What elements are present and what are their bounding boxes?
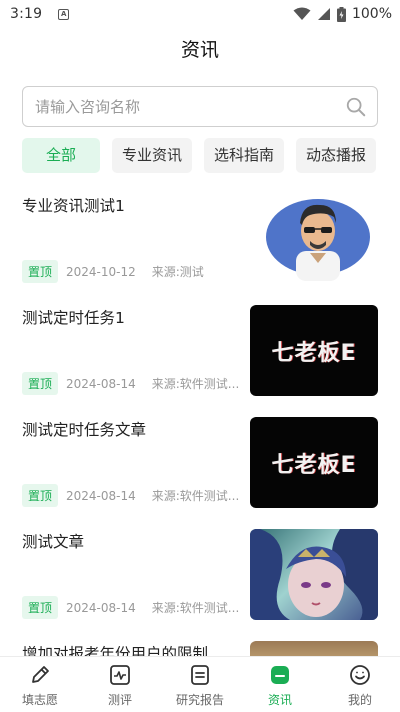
tab-professional-news[interactable]: 专业资讯 (112, 138, 193, 173)
article-thumbnail[interactable] (250, 193, 378, 284)
pinned-badge: 置顶 (22, 484, 59, 507)
article-meta: 置顶 2024-08-14 来源:软件测试... (22, 596, 239, 619)
nav-my[interactable]: 我的 (320, 657, 400, 712)
page-title: 资讯 (180, 39, 219, 61)
article-item[interactable]: 测试定时任务文章 置顶 2024-08-14 来源:软件测试... 七老板E (0, 406, 400, 518)
pinned-badge: 置顶 (22, 260, 59, 283)
article-source: 来源:测试 (151, 265, 204, 279)
thumbnail-text: 七老板E (271, 340, 357, 366)
article-title: 测试文章 (22, 533, 85, 551)
article-title: 测试定时任务1 (22, 309, 125, 327)
article-date: 2024-08-14 (66, 376, 136, 391)
news-icon (271, 666, 289, 684)
article-item[interactable]: 测试定时任务1 置顶 2024-08-14 来源:软件测试... 七老板E (0, 294, 400, 406)
article-meta: 置顶 2024-10-12 来源:测试 (22, 260, 204, 283)
battery-percentage: 100% (351, 6, 392, 22)
status-bar: 3:19 A 100% (0, 0, 400, 28)
article-date: 2024-08-14 (66, 488, 136, 503)
smile-icon (350, 665, 370, 685)
pinned-badge: 置顶 (22, 372, 59, 395)
article-thumbnail[interactable]: 七老板E (250, 305, 378, 396)
search-bar[interactable] (22, 86, 378, 127)
cellular-signal-icon (317, 8, 330, 20)
pencil-icon (32, 666, 49, 683)
article-source: 来源:软件测试... (151, 377, 240, 391)
pinned-badge: 置顶 (22, 596, 59, 619)
article-title: 专业资讯测试1 (22, 197, 125, 215)
article-item[interactable]: 专业资讯测试1 置顶 2024-10-12 来源:测试 (0, 182, 400, 294)
article-item[interactable]: 测试文章 置顶 2024-08-14 来源:软件测试... (0, 518, 400, 630)
nav-label: 填志愿 (21, 693, 58, 707)
article-meta: 置顶 2024-08-14 来源:软件测试... (22, 484, 239, 507)
nav-label: 研究报告 (175, 693, 224, 707)
article-source: 来源:软件测试... (151, 489, 240, 503)
article-date: 2024-08-14 (66, 600, 136, 615)
search-input[interactable] (35, 97, 345, 116)
battery-icon (336, 6, 346, 22)
nav-assessment[interactable]: 测评 (80, 657, 160, 712)
article-date: 2024-10-12 (66, 264, 136, 279)
bottom-nav: 填志愿 测评 研究报告 资讯 我的 (0, 656, 400, 712)
report-icon (191, 665, 209, 685)
nav-news[interactable]: 资讯 (240, 657, 320, 712)
article-meta: 置顶 2024-08-14 来源:软件测试... (22, 372, 239, 395)
notification-icon: A (58, 8, 70, 20)
wifi-icon (293, 7, 311, 20)
nav-label: 我的 (347, 693, 372, 707)
article-list: 专业资讯测试1 置顶 2024-10-12 来源:测试 测试定时任务1 置顶 2… (0, 182, 400, 712)
article-title: 测试定时任务文章 (22, 421, 147, 439)
article-source: 来源:软件测试... (151, 601, 240, 615)
nav-research-report[interactable]: 研究报告 (160, 657, 240, 712)
status-time: 3:19 (10, 6, 43, 22)
nav-fill-application[interactable]: 填志愿 (0, 657, 80, 712)
tab-subject-guide[interactable]: 选科指南 (204, 138, 285, 173)
article-thumbnail[interactable]: 七老板E (250, 417, 378, 508)
chart-icon (110, 665, 130, 685)
thumbnail-text: 七老板E (271, 452, 357, 478)
nav-label: 测评 (107, 693, 132, 707)
tab-all[interactable]: 全部 (22, 138, 101, 173)
nav-label: 资讯 (267, 693, 292, 707)
category-tabs: 全部 专业资讯 选科指南 动态播报 (22, 138, 400, 174)
tab-news-broadcast[interactable]: 动态播报 (296, 138, 377, 173)
search-icon[interactable] (345, 96, 367, 118)
article-thumbnail[interactable] (250, 529, 378, 620)
